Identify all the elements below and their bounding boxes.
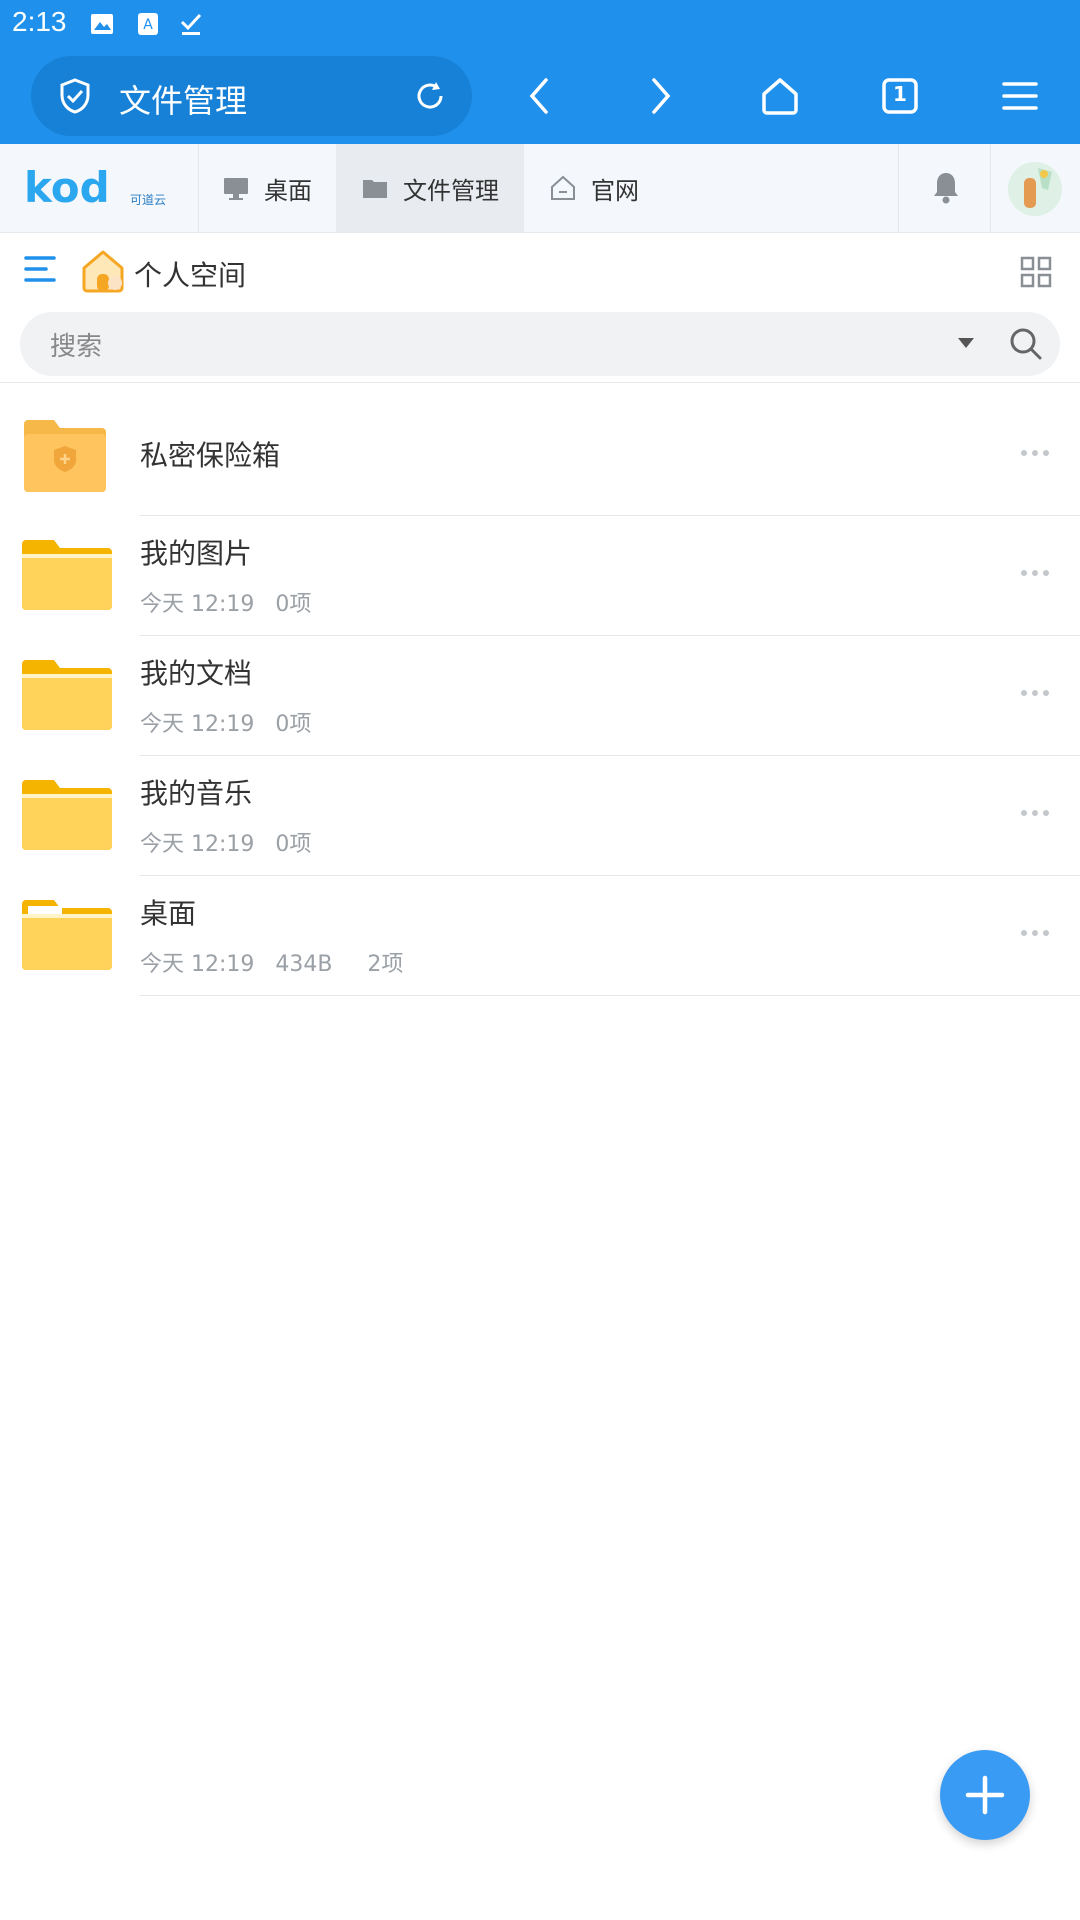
task-check-icon (180, 13, 202, 35)
file-name: 我的文档 (140, 657, 253, 690)
back-icon[interactable] (516, 72, 564, 120)
folder-icon (22, 900, 112, 970)
more-options-icon[interactable] (1020, 568, 1050, 578)
list-item-my-documents[interactable]: 我的文档 今天 12:19 0项 (0, 636, 1080, 756)
image-icon (91, 14, 113, 34)
svg-text:可道云: 可道云 (130, 193, 166, 207)
grid-view-icon[interactable] (1020, 256, 1052, 288)
status-bar: 2:13 A (0, 0, 1080, 48)
folder-icon (363, 180, 387, 198)
app-header: kod 可道云 桌面 文件管理 官网 (0, 144, 1080, 233)
tab-desktop-label: 桌面 (264, 176, 312, 205)
tab-desktop[interactable]: 桌面 (198, 144, 336, 232)
app-a-icon: A (138, 13, 158, 35)
personal-space-icon (82, 250, 124, 293)
path-bar: 个人空间 (0, 232, 1080, 312)
file-meta: 今天 12:19 0项 (140, 832, 312, 857)
sidebar-toggle-icon[interactable] (24, 254, 58, 284)
more-options-icon[interactable] (1020, 928, 1050, 938)
menu-icon[interactable] (996, 72, 1044, 120)
svg-text:kod: kod (24, 164, 110, 212)
tab-official-site-label: 官网 (591, 176, 639, 205)
more-options-icon[interactable] (1020, 688, 1050, 698)
file-name: 我的音乐 (140, 777, 253, 810)
list-item-desktop[interactable]: 桌面 今天 12:19 434B 2项 (0, 876, 1080, 996)
file-meta: 今天 12:19 434B 2项 (140, 952, 404, 977)
more-options-icon[interactable] (1020, 448, 1050, 458)
status-time: 2:13 (12, 6, 67, 37)
file-meta: 今天 12:19 0项 (140, 712, 312, 737)
tab-official-site[interactable]: 官网 (524, 144, 664, 232)
search-placeholder: 搜索 (50, 332, 103, 362)
svg-text:A: A (143, 17, 153, 33)
file-name: 私密保险箱 (140, 439, 281, 472)
search-icon[interactable] (1008, 326, 1044, 362)
reload-icon[interactable] (410, 76, 450, 116)
add-button[interactable] (940, 1750, 1030, 1840)
house-outline-icon (551, 175, 575, 200)
tabs-button[interactable]: 1 (876, 72, 924, 120)
forward-icon[interactable] (636, 72, 684, 120)
avatar[interactable] (1008, 162, 1062, 216)
file-meta: 今天 12:19 0项 (140, 592, 312, 617)
tab-file-manager[interactable]: 文件管理 (336, 144, 524, 232)
address-title: 文件管理 (119, 82, 248, 120)
address-bar[interactable]: 文件管理 (31, 56, 472, 136)
list-item-my-music[interactable]: 我的音乐 今天 12:19 0项 (0, 756, 1080, 876)
more-options-icon[interactable] (1020, 808, 1050, 818)
bell-icon[interactable] (930, 170, 962, 206)
file-name: 桌面 (140, 897, 197, 930)
list-item-private-vault[interactable]: 私密保险箱 (0, 396, 1080, 516)
tab-count: 1 (893, 82, 907, 106)
list-item-my-pictures[interactable]: 我的图片 今天 12:19 0项 (0, 516, 1080, 636)
dropdown-arrow-icon[interactable] (956, 336, 976, 350)
tab-file-manager-label: 文件管理 (403, 176, 499, 205)
file-name: 我的图片 (140, 537, 253, 570)
browser-toolbar: 2:13 A 文件管理 1 (0, 0, 1080, 144)
folder-icon (22, 660, 112, 730)
monitor-icon (224, 178, 248, 200)
folder-icon (22, 540, 112, 610)
folder-icon (22, 780, 112, 850)
shield-check-icon (60, 78, 90, 114)
kod-logo: kod 可道云 (24, 164, 166, 212)
avatar-image (1008, 162, 1062, 216)
plus-icon (965, 1775, 1005, 1815)
current-path-label[interactable]: 个人空间 (134, 254, 246, 294)
vault-folder-icon (24, 420, 106, 492)
home-icon[interactable] (756, 72, 804, 120)
search-input[interactable]: 搜索 (20, 312, 1060, 376)
